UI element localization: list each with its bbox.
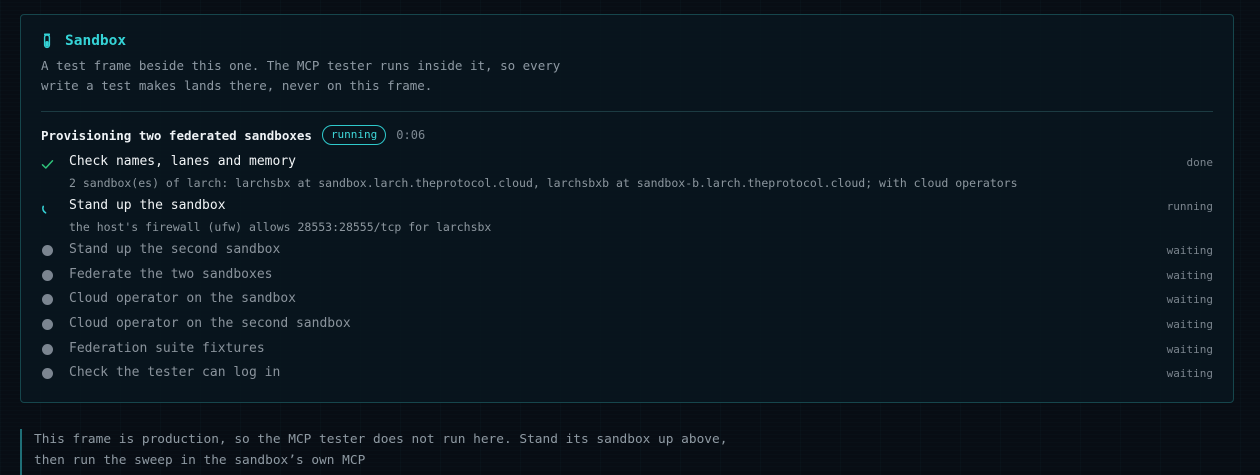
pending-dot-icon bbox=[42, 343, 53, 355]
spinner-icon bbox=[41, 200, 54, 214]
panel-header: Sandbox bbox=[41, 33, 126, 49]
pending-dot-icon bbox=[42, 245, 53, 256]
step-status: waiting bbox=[1166, 342, 1213, 356]
step-label: Cloud operator on the second sandbox bbox=[69, 316, 351, 332]
divider bbox=[41, 111, 1213, 112]
status-badge: running bbox=[321, 125, 387, 145]
step-label: Stand up the second sandbox bbox=[69, 242, 281, 257]
step-status: waiting bbox=[1166, 293, 1213, 307]
flask-icon bbox=[41, 33, 53, 49]
elapsed-time: 0:06 bbox=[396, 128, 426, 142]
step-label: Check names, lanes and memory bbox=[69, 154, 296, 169]
step-label: Cloud operator on the sandbox bbox=[69, 291, 296, 307]
step-list: Check names, lanes and memory done 2 san… bbox=[41, 152, 1213, 388]
step-status: done bbox=[1186, 156, 1214, 169]
step-status: running bbox=[1166, 200, 1213, 213]
step-item-second-sandbox: Stand up the second sandbox waiting bbox=[41, 240, 1213, 265]
step-item-cloud-operator-second: Cloud operator on the second sandbox wai… bbox=[41, 314, 1213, 339]
pending-dot-icon bbox=[42, 319, 53, 331]
step-detail: the host's firewall (ufw) allows 28553:2… bbox=[69, 220, 492, 234]
step-status: waiting bbox=[1166, 367, 1213, 381]
provisioning-header: Provisioning two federated sandboxes run… bbox=[41, 124, 425, 146]
step-status: waiting bbox=[1166, 268, 1213, 282]
pending-dot-icon bbox=[42, 368, 53, 380]
step-status: waiting bbox=[1166, 318, 1213, 332]
step-label: Federation suite fixtures bbox=[69, 340, 265, 356]
step-item-federate: Federate the two sandboxes waiting bbox=[41, 265, 1213, 290]
step-item-check-names: Check names, lanes and memory done 2 san… bbox=[41, 152, 1213, 196]
panel-title: Sandbox bbox=[65, 33, 127, 49]
step-detail: 2 sandbox(es) of larch: larchsbx at sand… bbox=[69, 176, 1018, 190]
check-icon bbox=[41, 156, 54, 169]
provisioning-title: Provisioning two federated sandboxes bbox=[41, 127, 312, 143]
step-status: waiting bbox=[1166, 244, 1213, 257]
production-note: This frame is production, so the MCP tes… bbox=[20, 429, 754, 475]
sandbox-panel: Sandbox A test frame beside this one. Th… bbox=[20, 14, 1234, 403]
pending-dot-icon bbox=[42, 294, 53, 306]
step-item-stand-up-sandbox: Stand up the sandbox running the host's … bbox=[41, 196, 1213, 240]
step-item-cloud-operator: Cloud operator on the sandbox waiting bbox=[41, 289, 1213, 314]
step-label: Federate the two sandboxes bbox=[69, 266, 273, 282]
pending-dot-icon bbox=[42, 269, 53, 281]
step-item-tester-login: Check the tester can log in waiting bbox=[41, 363, 1213, 388]
panel-description: A test frame beside this one. The MCP te… bbox=[41, 58, 561, 93]
step-label: Stand up the sandbox bbox=[69, 198, 226, 213]
step-label: Check the tester can log in bbox=[69, 365, 281, 381]
step-item-fixtures: Federation suite fixtures waiting bbox=[41, 339, 1213, 364]
